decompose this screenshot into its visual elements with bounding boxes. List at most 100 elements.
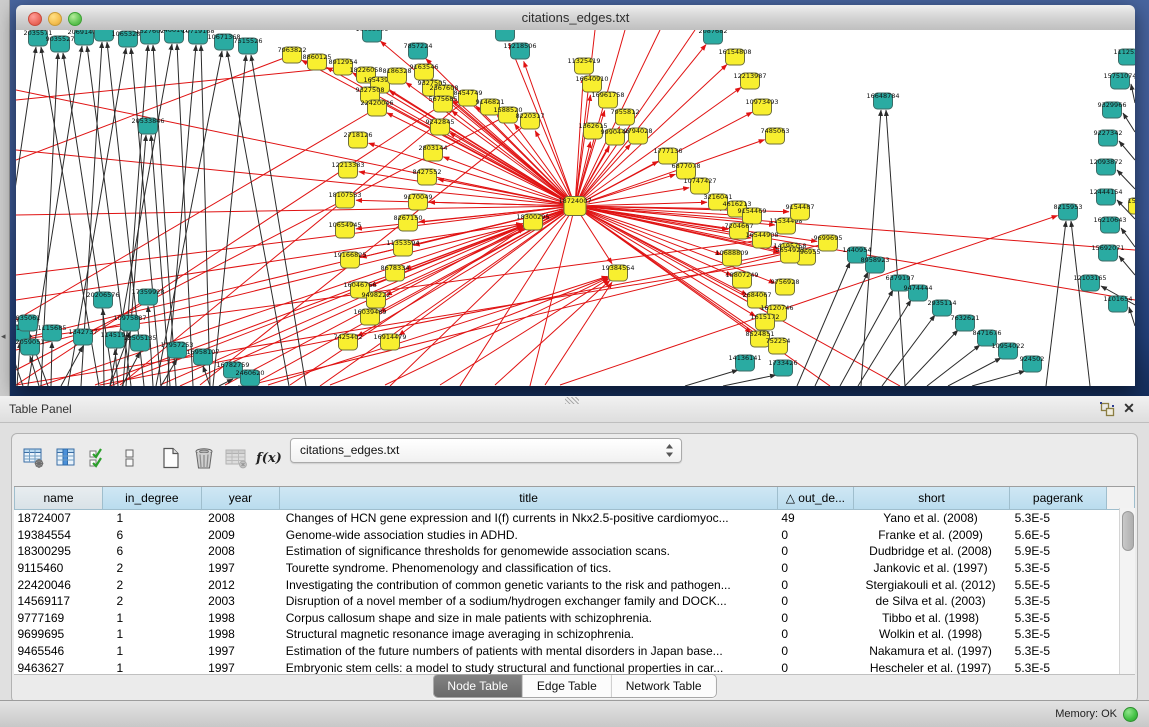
- table-cell[interactable]: 5.3E-5: [1010, 593, 1107, 610]
- table-cell[interactable]: 5.6E-5: [1010, 527, 1107, 544]
- column-header-year[interactable]: year: [201, 487, 280, 510]
- table-cell[interactable]: 0: [777, 527, 853, 544]
- table-cell[interactable]: 5.3E-5: [1010, 560, 1107, 577]
- table-row[interactable]: 946554611997Estimation of the future num…: [15, 643, 1135, 660]
- table-cell[interactable]: Corpus callosum shape and size in male p…: [280, 610, 778, 627]
- table-row[interactable]: 911546021997Tourette syndrome. Phenomeno…: [15, 560, 1135, 577]
- float-panel-icon[interactable]: [1099, 401, 1115, 417]
- table-cell[interactable]: 0: [777, 560, 853, 577]
- table-cell[interactable]: 1: [103, 610, 202, 627]
- table-cell[interactable]: 5.3E-5: [1010, 610, 1107, 627]
- table-cell[interactable]: 14569117: [15, 593, 103, 610]
- table-cell[interactable]: 19384554: [15, 527, 103, 544]
- table-select-dropdown[interactable]: citations_edges.txt: [290, 438, 682, 463]
- panel-splitter-grip[interactable]: [565, 397, 579, 404]
- table-cell[interactable]: 2: [103, 576, 202, 593]
- table-cell[interactable]: de Silva et al. (2003): [853, 593, 1009, 610]
- table-cell[interactable]: 6: [103, 527, 202, 544]
- column-header-name[interactable]: name: [15, 487, 103, 510]
- table-cell[interactable]: Stergiakouli et al. (2012): [853, 576, 1009, 593]
- table-cell[interactable]: 2012: [201, 576, 280, 593]
- table-cell[interactable]: 5.3E-5: [1010, 659, 1107, 675]
- table-cell[interactable]: 1997: [201, 560, 280, 577]
- table-cell[interactable]: 9777169: [15, 610, 103, 627]
- table-cell[interactable]: 1: [103, 643, 202, 660]
- table-row[interactable]: 969969511998Structural magnetic resonanc…: [15, 626, 1135, 643]
- table-cell[interactable]: Nakamura et al. (1997): [853, 643, 1009, 660]
- table-cell[interactable]: 2009: [201, 527, 280, 544]
- column-header-title[interactable]: title: [280, 487, 778, 510]
- table-cell[interactable]: Tourette syndrome. Phenomenology and cla…: [280, 560, 778, 577]
- table-row[interactable]: 2242004622012Investigating the contribut…: [15, 576, 1135, 593]
- table-cell[interactable]: 9465546: [15, 643, 103, 660]
- table-cell[interactable]: 0: [777, 659, 853, 675]
- table-cell[interactable]: Estimation of the future numbers of pati…: [280, 643, 778, 660]
- network-window-titlebar[interactable]: citations_edges.txt: [16, 5, 1135, 31]
- table-cell[interactable]: 2: [103, 560, 202, 577]
- table-cell[interactable]: 1997: [201, 643, 280, 660]
- function-icon[interactable]: f(x): [254, 445, 284, 471]
- table-cell[interactable]: 5.9E-5: [1010, 543, 1107, 560]
- citation-network-graph[interactable]: 1872400720355719035527206914061685328106…: [16, 30, 1135, 386]
- memory-ok-indicator[interactable]: [1123, 707, 1138, 722]
- column-header-in_degree[interactable]: in_degree: [103, 487, 202, 510]
- table-cell[interactable]: Investigating the contribution of common…: [280, 576, 778, 593]
- table-cell[interactable]: 9463627: [15, 659, 103, 675]
- table-cell[interactable]: 49: [777, 510, 853, 527]
- table-row[interactable]: 977716911998Corpus callosum shape and si…: [15, 610, 1135, 627]
- table-cell[interactable]: Jankovic et al. (1997): [853, 560, 1009, 577]
- table-cell[interactable]: 9699695: [15, 626, 103, 643]
- table-cell[interactable]: 22420046: [15, 576, 103, 593]
- table-row[interactable]: 1872400712008Changes of HCN gene express…: [15, 510, 1135, 527]
- table-scrollbar[interactable]: [1119, 508, 1135, 674]
- table-cell[interactable]: Estimation of significance thresholds fo…: [280, 543, 778, 560]
- table-cell[interactable]: 5.5E-5: [1010, 576, 1107, 593]
- tab-edge-table[interactable]: Edge Table: [523, 675, 612, 697]
- table-cell[interactable]: 2: [103, 593, 202, 610]
- table-cell[interactable]: 1: [103, 626, 202, 643]
- table-cell[interactable]: 5.3E-5: [1010, 626, 1107, 643]
- table-cell[interactable]: 2008: [201, 543, 280, 560]
- table-cell[interactable]: Yano et al. (2008): [853, 510, 1009, 527]
- show-columns-icon[interactable]: [53, 445, 79, 471]
- table-cell[interactable]: 9115460: [15, 560, 103, 577]
- table-cell[interactable]: Embryonic stem cells: a model to study s…: [280, 659, 778, 675]
- table-cell[interactable]: Tibbo et al. (1998): [853, 610, 1009, 627]
- table-cell[interactable]: 0: [777, 543, 853, 560]
- table-cell[interactable]: Franke et al. (2009): [853, 527, 1009, 544]
- tab-node-table[interactable]: Node Table: [433, 675, 523, 697]
- table-scrollbar-thumb[interactable]: [1122, 511, 1134, 551]
- table-cell[interactable]: 1: [103, 659, 202, 675]
- table-row[interactable]: 1456911722003Disruption of a novel membe…: [15, 593, 1135, 610]
- network-canvas[interactable]: 1872400720355719035527206914061685328106…: [16, 30, 1135, 386]
- table-cell[interactable]: 1997: [201, 659, 280, 675]
- table-cell[interactable]: 1998: [201, 610, 280, 627]
- table-cell[interactable]: 1: [103, 510, 202, 527]
- table-cell[interactable]: Structural magnetic resonance image aver…: [280, 626, 778, 643]
- table-cell[interactable]: Changes of HCN gene expression and I(f) …: [280, 510, 778, 527]
- column-header-short[interactable]: short: [853, 487, 1009, 510]
- close-panel-icon[interactable]: ✕: [1121, 400, 1137, 416]
- table-row[interactable]: 1938455462009Genome-wide association stu…: [15, 527, 1135, 544]
- import-table-icon[interactable]: [222, 445, 248, 471]
- table-cell[interactable]: 0: [777, 576, 853, 593]
- new-document-icon[interactable]: [158, 445, 184, 471]
- table-cell[interactable]: 0: [777, 643, 853, 660]
- column-header-out_de[interactable]: △ out_de...: [777, 487, 853, 510]
- table-cell[interactable]: 0: [777, 626, 853, 643]
- table-cell[interactable]: Disruption of a novel member of a sodium…: [280, 593, 778, 610]
- table-cell[interactable]: 0: [777, 593, 853, 610]
- sidebar-collapse-grip[interactable]: ◂: [1, 332, 6, 341]
- unselect-all-icon[interactable]: [117, 445, 143, 471]
- table-row[interactable]: 946362711997Embryonic stem cells: a mode…: [15, 659, 1135, 675]
- table-cell[interactable]: Hescheler et al. (1997): [853, 659, 1009, 675]
- table-settings-icon[interactable]: [21, 445, 47, 471]
- table-cell[interactable]: 18300295: [15, 543, 103, 560]
- table-cell[interactable]: 5.3E-5: [1010, 643, 1107, 660]
- table-row[interactable]: 1830029562008Estimation of significance …: [15, 543, 1135, 560]
- table-cell[interactable]: Wolkin et al. (1998): [853, 626, 1009, 643]
- table-cell[interactable]: 1998: [201, 626, 280, 643]
- table-cell[interactable]: 6: [103, 543, 202, 560]
- tab-network-table[interactable]: Network Table: [612, 675, 716, 697]
- table-cell[interactable]: 5.3E-5: [1010, 510, 1107, 527]
